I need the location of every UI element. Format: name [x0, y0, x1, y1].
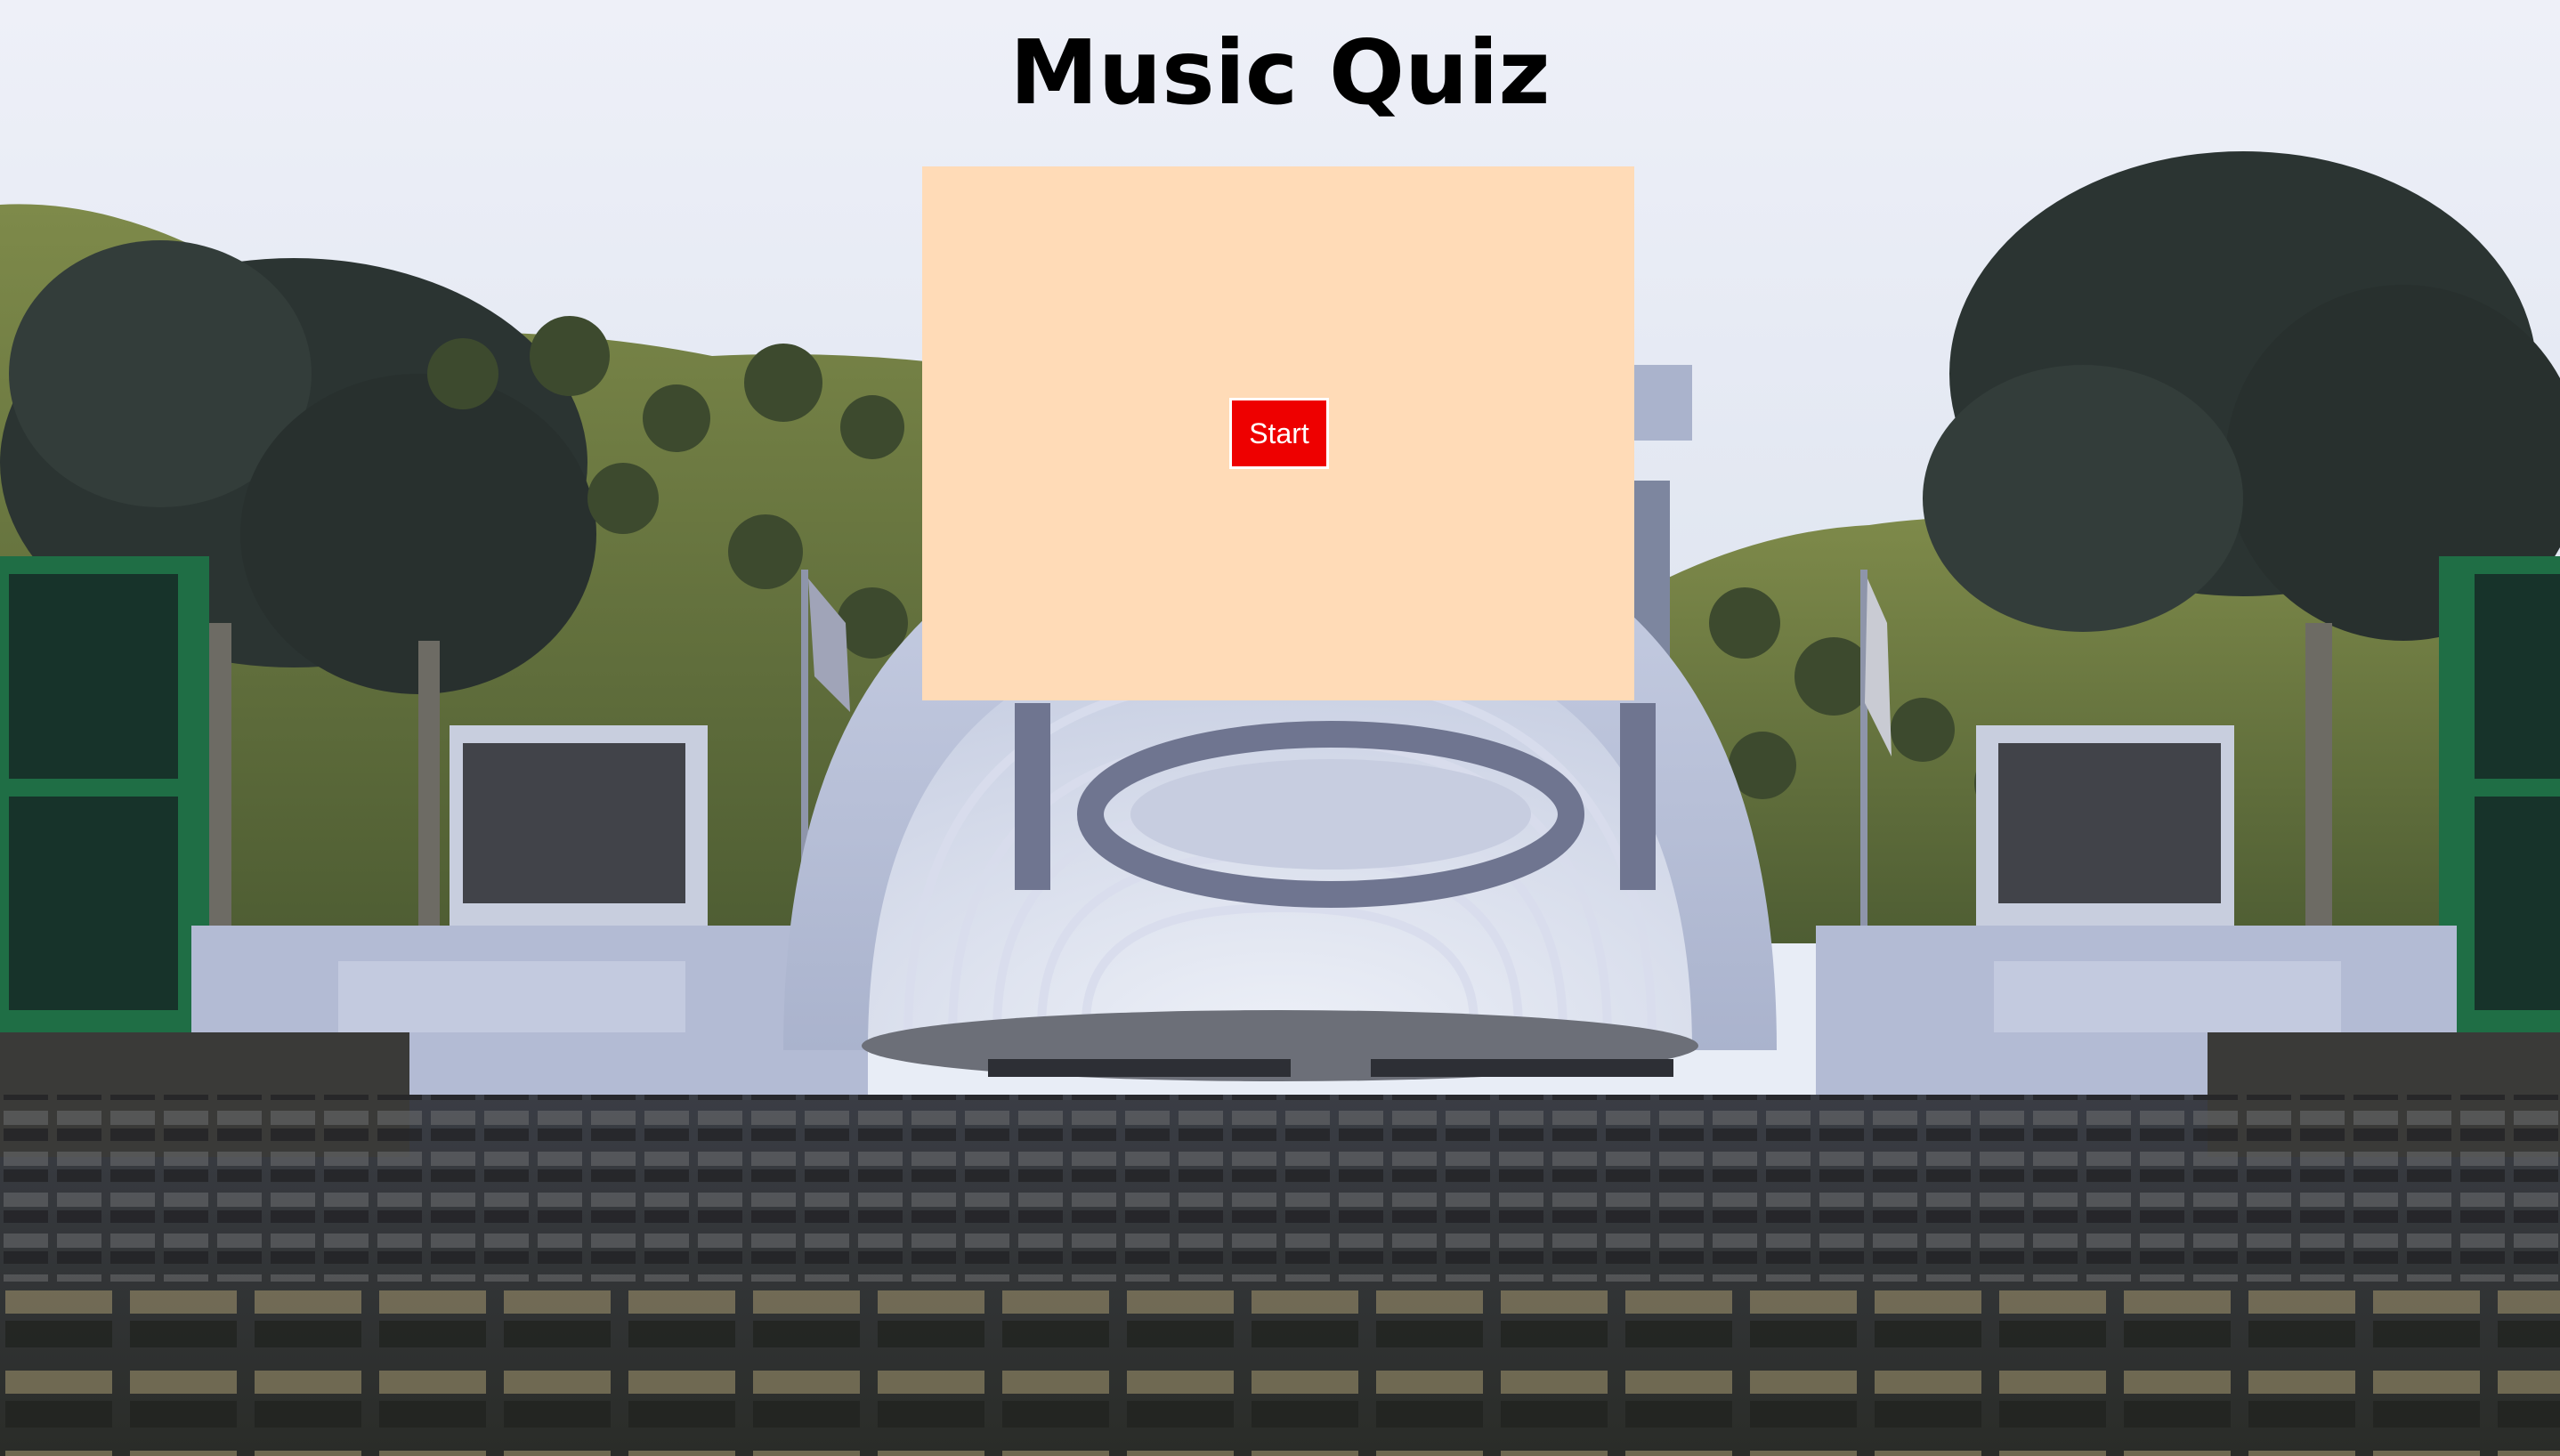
quiz-panel: Start	[922, 166, 1634, 700]
start-button[interactable]: Start	[1229, 398, 1329, 469]
page-title: Music Quiz	[1009, 20, 1551, 125]
quiz-page: Music Quiz Start	[0, 0, 2560, 1456]
